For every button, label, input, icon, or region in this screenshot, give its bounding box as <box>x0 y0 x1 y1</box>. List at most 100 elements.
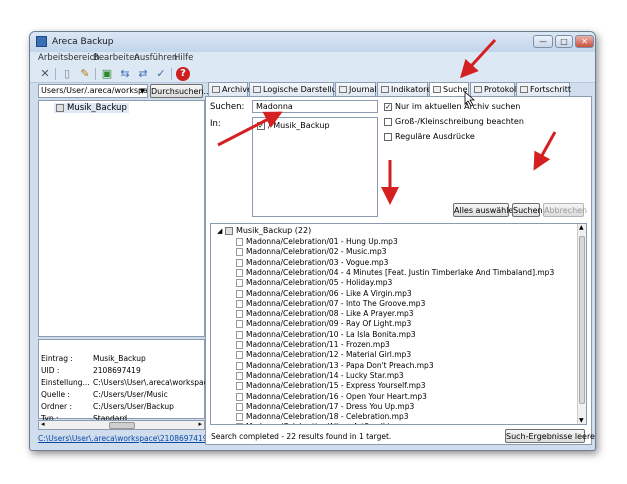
scroll-thumb[interactable] <box>579 236 585 404</box>
checkbox-regex[interactable] <box>384 132 392 141</box>
help-icon[interactable]: ? <box>176 67 190 81</box>
tree-item-label: Musik_Backup <box>67 103 127 113</box>
option-current-archive[interactable]: ✓ Nur im aktuellen Archiv suchen <box>384 102 520 111</box>
scroll-left-icon[interactable]: ◂ <box>41 420 45 428</box>
scroll-down-icon[interactable]: ▼ <box>579 417 584 424</box>
result-item-label: Madonna/Celebration/01 - Hung Up.mp3 <box>246 237 398 246</box>
indicators-icon <box>381 86 389 93</box>
file-icon <box>236 279 243 288</box>
result-item-label: Madonna/Celebration/08 - Like A Prayer.m… <box>246 309 414 319</box>
result-item-label: Madonna/Celebration/05 - Holiday.mp3 <box>246 278 393 288</box>
tab-suche[interactable]: Suche <box>429 82 469 97</box>
file-icon <box>236 341 243 349</box>
scroll-right-icon[interactable]: ▸ <box>198 420 202 428</box>
workspace-combo[interactable]: Users/User/.areca/workspace ▼ <box>38 84 148 98</box>
collapse-icon[interactable]: ◢ <box>217 227 222 235</box>
info-key: Eintrag : <box>41 354 73 363</box>
menu-hilfe[interactable]: Hilfe <box>174 53 193 63</box>
merge-icon[interactable]: ⇆ <box>118 67 132 81</box>
results-vertical-scrollbar[interactable]: ▲ ▼ <box>577 224 586 424</box>
tab-indikatoren[interactable]: Indikatoren <box>377 82 436 96</box>
target-checkbox-item[interactable]: ✓ / Musik_Backup <box>257 121 330 130</box>
tab-label: Archive <box>222 85 252 94</box>
tab-logische-darstellung[interactable]: Logische Darstellung <box>249 82 347 96</box>
result-item[interactable]: Madonna/Celebration/17 - Dress You Up.mp… <box>236 402 414 411</box>
info-key: Einstellung... <box>41 378 90 387</box>
result-item-label: Madonna/Celebration/09 - Ray Of Light.mp… <box>246 319 412 329</box>
result-item[interactable]: Madonna/Celebration/11 - Frozen.mp3 <box>236 340 390 349</box>
result-item-label: Madonna/Celebration/14 - Lucky Star.mp3 <box>246 370 404 380</box>
toolbar-separator <box>171 68 172 80</box>
wrench-icon[interactable]: ✕ <box>38 67 52 81</box>
checkbox-case-sensitive[interactable] <box>384 117 392 126</box>
edit-icon[interactable]: ✎ <box>78 67 92 81</box>
menu-ausfuehren[interactable]: Ausführen <box>134 53 177 63</box>
info-key: Ordner : <box>41 402 72 411</box>
scroll-up-icon[interactable]: ▲ <box>579 224 584 231</box>
tab-fortschritt[interactable]: Fortschritt <box>516 82 571 96</box>
result-item-label: Madonna/Celebration/13 - Papa Don't Prea… <box>246 360 434 370</box>
result-item[interactable]: Madonna/Celebration/08 - Like A Prayer.m… <box>236 309 414 319</box>
restore-icon[interactable]: ⇄ <box>136 67 150 81</box>
app-window: Areca Backup — □ ✕ Arbeitsbereich Bearbe… <box>29 31 596 451</box>
tab-journal[interactable]: Journal <box>335 82 377 96</box>
info-row-folder: Ordner : C:/Users/User/Backup <box>41 402 174 411</box>
result-item[interactable]: Madonna/Celebration/15 - Express Yoursel… <box>236 381 426 391</box>
target-icon <box>224 226 233 235</box>
result-item[interactable]: Madonna/Celebration/07 - Into The Groove… <box>236 299 425 308</box>
backup-icon[interactable]: ▣ <box>100 67 114 81</box>
info-key: Quelle : <box>41 390 70 399</box>
result-item[interactable]: Madonna/Celebration/13 - Papa Don't Prea… <box>236 361 434 370</box>
maximize-button[interactable]: □ <box>555 35 573 48</box>
search-input[interactable]: Madonna <box>252 100 378 113</box>
config-file-link[interactable]: C:\Users\User\.areca\workspace\210869741… <box>38 434 226 443</box>
option-regex[interactable]: Reguläre Ausdrücke <box>384 132 475 141</box>
result-item[interactable]: Madonna/Celebration/18 - Celebration.mp3 <box>236 412 409 422</box>
result-item[interactable]: Madonna/Celebration/04 - 4 Minutes [Feat… <box>236 268 554 277</box>
info-horizontal-scrollbar[interactable]: ◂ ▸ <box>38 420 205 430</box>
menu-arbeitsbereich[interactable]: Arbeitsbereich <box>38 53 100 63</box>
clear-results-button[interactable]: Such-Ergebnisse leeren <box>505 429 595 443</box>
file-icon <box>236 299 243 308</box>
search-button[interactable]: Suchen <box>512 203 543 217</box>
scroll-thumb[interactable] <box>109 422 135 429</box>
close-button[interactable]: ✕ <box>575 35 594 48</box>
file-icon <box>236 320 243 329</box>
journal-icon <box>339 86 347 93</box>
result-item[interactable]: Madonna/Celebration/02 - Music.mp3 <box>236 247 387 257</box>
tree-item-musik-backup[interactable]: Musik_Backup <box>54 103 129 113</box>
result-item[interactable]: Madonna/Celebration/16 - Open Your Heart… <box>236 392 427 401</box>
search-results-tree: ◢ Musik_Backup (22) Madonna/Celebration/… <box>210 223 587 425</box>
result-item[interactable]: Madonna/Celebration/01 - Hung Up.mp3 <box>236 237 398 246</box>
result-item[interactable]: Madonna/Celebration/12 - Material Girl.m… <box>236 350 411 360</box>
new-icon[interactable]: ▯ <box>60 67 74 81</box>
menu-bearbeiten[interactable]: Bearbeiten <box>93 53 140 63</box>
check-icon[interactable]: ✓ <box>154 67 168 81</box>
cancel-button: Abbrechen <box>543 203 587 217</box>
result-item[interactable]: Madonna/Celebration/14 - Lucky Star.mp3 <box>236 371 404 380</box>
search-label: Suchen: <box>210 102 245 112</box>
info-key: UID : <box>41 366 60 375</box>
results-root[interactable]: ◢ Musik_Backup (22) <box>217 226 311 235</box>
select-all-button[interactable]: Alles auswählen <box>453 203 518 217</box>
browse-button[interactable]: Durchsuchen... <box>150 84 211 98</box>
target-checkbox-label: / Musik_Backup <box>268 121 330 130</box>
option-case-sensitive[interactable]: Groß-/Kleinschreibung beachten <box>384 117 524 126</box>
result-item[interactable]: Madonna/Celebration/AlbumArtSmall.jpg <box>236 422 399 424</box>
chevron-down-icon: ▼ <box>139 87 145 95</box>
target-checkbox[interactable]: ✓ <box>257 121 265 130</box>
result-item[interactable]: Madonna/Celebration/03 - Vogue.mp3 <box>236 258 388 267</box>
target-tree: Musik_Backup <box>38 100 205 337</box>
tab-protokoll[interactable]: Protokoll <box>470 82 518 96</box>
info-row-source: Quelle : C:/Users/User/Music <box>41 390 168 399</box>
result-item[interactable]: Madonna/Celebration/06 - Like A Virgin.m… <box>236 289 412 298</box>
target-icon <box>56 103 64 112</box>
result-item[interactable]: Madonna/Celebration/10 - La Isla Bonita.… <box>236 330 416 339</box>
result-item[interactable]: Madonna/Celebration/09 - Ray Of Light.mp… <box>236 319 412 329</box>
result-item[interactable]: Madonna/Celebration/05 - Holiday.mp3 <box>236 278 393 288</box>
checkbox-current-archive[interactable]: ✓ <box>384 102 392 111</box>
info-value: C:/Users/User/Music <box>93 390 168 399</box>
minimize-button[interactable]: — <box>533 35 553 48</box>
tab-archive[interactable]: Archive <box>208 82 252 96</box>
file-icon <box>236 413 243 422</box>
